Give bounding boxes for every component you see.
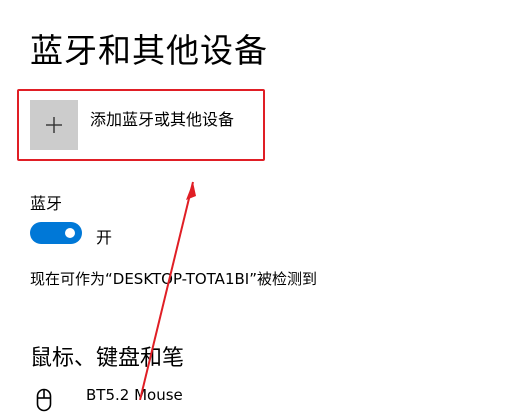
- bluetooth-toggle[interactable]: [30, 222, 82, 244]
- mouse-keyboard-pen-heading: 鼠标、键盘和笔: [30, 346, 185, 371]
- add-device-label[interactable]: 添加蓝牙或其他设备: [90, 106, 234, 130]
- device-name: BT5.2 Mouse: [86, 386, 183, 404]
- plus-icon: [46, 117, 62, 133]
- add-device-tile[interactable]: [30, 100, 78, 150]
- bluetooth-label: 蓝牙: [30, 194, 63, 213]
- device-list-item[interactable]: BT5.2 Mouse: [30, 384, 330, 414]
- add-device-button[interactable]: 添加蓝牙或其他设备: [30, 100, 266, 152]
- toggle-knob: [65, 228, 75, 238]
- bluetooth-toggle-state: 开: [96, 228, 113, 247]
- page-title: 蓝牙和其他设备: [30, 31, 268, 70]
- discoverable-status: 现在可作为“DESKTOP-TOTA1BI”被检测到: [30, 270, 317, 288]
- mouse-icon: [36, 388, 52, 412]
